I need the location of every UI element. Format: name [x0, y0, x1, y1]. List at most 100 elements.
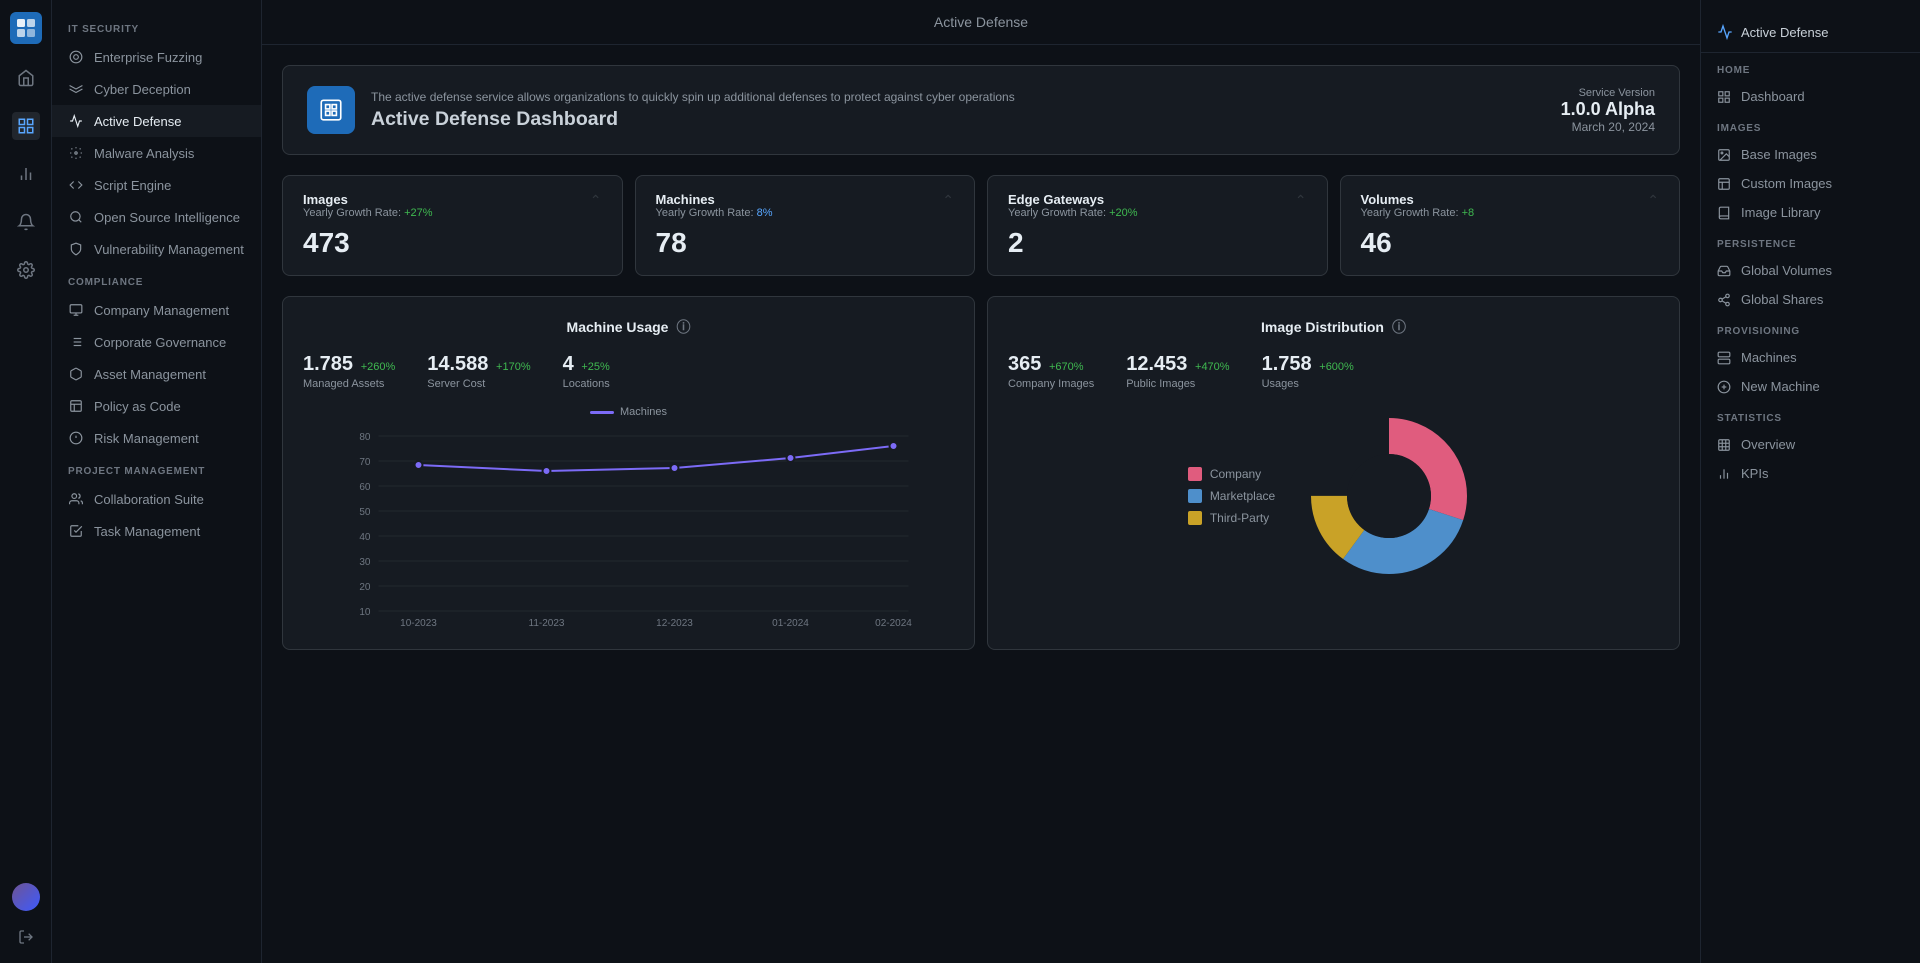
- sidebar-item-active-defense[interactable]: Active Defense: [52, 105, 261, 137]
- usages-badge: +600%: [1319, 361, 1354, 373]
- sidebar-item-script-engine[interactable]: Script Engine: [52, 169, 261, 201]
- stat-growth-machines: Yearly Growth Rate: 8%: [656, 207, 773, 219]
- company-images-stat: 365 +670% Company Images: [1008, 353, 1094, 390]
- sidebar-label-enterprise-fuzzing: Enterprise Fuzzing: [94, 50, 202, 65]
- sidebar-item-corp-governance[interactable]: Corporate Governance: [52, 326, 261, 358]
- grid-nav-icon[interactable]: [12, 112, 40, 140]
- page-title: Active Defense: [934, 14, 1028, 30]
- home-nav-icon[interactable]: [12, 64, 40, 92]
- right-item-global-volumes[interactable]: Global Volumes: [1701, 256, 1920, 285]
- stat-title-images: Images: [303, 192, 433, 207]
- sidebar-label-osi: Open Source Intelligence: [94, 210, 240, 225]
- chevron-volumes[interactable]: ⌃: [1647, 192, 1659, 209]
- compliance-label: COMPLIANCE: [52, 265, 261, 294]
- right-item-overview[interactable]: Overview: [1701, 430, 1920, 459]
- sidebar-item-task-mgmt[interactable]: Task Management: [52, 515, 261, 547]
- sidebar-item-collab-suite[interactable]: Collaboration Suite: [52, 483, 261, 515]
- locations-label: Locations: [563, 378, 610, 390]
- right-item-global-shares[interactable]: Global Shares: [1701, 285, 1920, 314]
- company-images-badge: +670%: [1049, 361, 1084, 373]
- right-item-new-machine[interactable]: New Machine: [1701, 372, 1920, 401]
- managed-assets-stat: 1.785 +260% Managed Assets: [303, 353, 395, 390]
- stat-growth-volumes: Yearly Growth Rate: +8: [1361, 207, 1475, 219]
- right-label-image-library: Image Library: [1741, 205, 1820, 220]
- machine-usage-help-icon[interactable]: ⓘ: [676, 317, 690, 337]
- public-images-label: Public Images: [1126, 378, 1229, 390]
- right-item-custom-images[interactable]: Custom Images: [1701, 169, 1920, 198]
- legend-label-company: Company: [1210, 467, 1261, 481]
- right-item-image-library[interactable]: Image Library: [1701, 198, 1920, 227]
- right-sidebar-header: Active Defense: [1701, 12, 1920, 53]
- legend-label-marketplace: Marketplace: [1210, 489, 1275, 503]
- legend-label-thirdparty: Third-Party: [1210, 511, 1269, 525]
- sidebar-item-asset-mgmt[interactable]: Asset Management: [52, 358, 261, 390]
- sidebar-item-cyber-deception[interactable]: Cyber Deception: [52, 73, 261, 105]
- managed-assets-value: 1.785: [303, 353, 353, 375]
- right-label-kpis: KPIs: [1741, 466, 1768, 481]
- stat-card-machines: Machines Yearly Growth Rate: 8% ⌃ 78: [635, 175, 976, 276]
- banner-right: Service Version 1.0.0 Alpha March 20, 20…: [1561, 87, 1655, 134]
- cyber-deception-icon: [68, 81, 84, 97]
- version-label: Service Version: [1561, 87, 1655, 99]
- sidebar-item-osi[interactable]: Open Source Intelligence: [52, 201, 261, 233]
- company-images-value: 365: [1008, 353, 1041, 375]
- svg-text:70: 70: [359, 457, 371, 468]
- asset-mgmt-icon: [68, 366, 84, 382]
- public-images-stat: 12.453 +470% Public Images: [1126, 353, 1229, 390]
- right-item-base-images[interactable]: Base Images: [1701, 140, 1920, 169]
- logout-icon[interactable]: [12, 923, 40, 951]
- sidebar-label-active-defense: Active Defense: [94, 114, 181, 129]
- chevron-machines[interactable]: ⌃: [942, 192, 954, 209]
- project-mgmt-label: PROJECT MANAGEMENT: [52, 454, 261, 483]
- main-content: Active Defense The active defense servic…: [262, 0, 1700, 963]
- stat-title-volumes: Volumes: [1361, 192, 1475, 207]
- sidebar-item-company-mgmt[interactable]: Company Management: [52, 294, 261, 326]
- stat-value-volumes: 46: [1361, 227, 1660, 259]
- server-cost-stat: 14.588 +170% Server Cost: [427, 353, 530, 390]
- version-date: March 20, 2024: [1561, 120, 1655, 134]
- svg-text:12-2023: 12-2023: [656, 618, 693, 629]
- chevron-edge[interactable]: ⌃: [1295, 192, 1307, 209]
- right-item-kpis[interactable]: KPIs: [1701, 459, 1920, 488]
- image-dist-stats: 365 +670% Company Images 12.453 +470% Pu…: [1008, 353, 1659, 390]
- sidebar-item-enterprise-fuzzing[interactable]: Enterprise Fuzzing: [52, 41, 261, 73]
- sidebar-label-policy-as-code: Policy as Code: [94, 399, 181, 414]
- banner-description: The active defense service allows organi…: [371, 90, 1015, 104]
- chevron-images[interactable]: ⌃: [590, 192, 602, 209]
- sidebar-item-policy-as-code[interactable]: Policy as Code: [52, 390, 261, 422]
- right-label-custom-images: Custom Images: [1741, 176, 1832, 191]
- right-item-machines[interactable]: Machines: [1701, 343, 1920, 372]
- script-engine-icon: [68, 177, 84, 193]
- charts-row: Machine Usage ⓘ 1.785 +260% Managed Asse…: [282, 296, 1680, 650]
- sidebar-label-collab-suite: Collaboration Suite: [94, 492, 204, 507]
- legend-item-marketplace: Marketplace: [1188, 489, 1275, 503]
- stat-value-edge: 2: [1008, 227, 1307, 259]
- sidebar-label-company-mgmt: Company Management: [94, 303, 229, 318]
- policy-as-code-icon: [68, 398, 84, 414]
- gear-nav-icon[interactable]: [12, 256, 40, 284]
- sidebar-label-script-engine: Script Engine: [94, 178, 171, 193]
- sidebar-label-corp-governance: Corporate Governance: [94, 335, 226, 350]
- legend-item-company: Company: [1188, 467, 1275, 481]
- image-dist-title: Image Distribution ⓘ: [1008, 317, 1659, 337]
- right-label-new-machine: New Machine: [1741, 379, 1820, 394]
- stat-card-images: Images Yearly Growth Rate: +27% ⌃ 473: [282, 175, 623, 276]
- chart-nav-icon[interactable]: [12, 160, 40, 188]
- image-dist-help-icon[interactable]: ⓘ: [1392, 317, 1406, 337]
- locations-badge: +25%: [581, 361, 609, 373]
- user-avatar[interactable]: [12, 883, 40, 911]
- icon-bar: [0, 0, 52, 963]
- right-statistics-label: STATISTICS: [1701, 401, 1920, 430]
- bell-nav-icon[interactable]: [12, 208, 40, 236]
- sidebar-label-malware-analysis: Malware Analysis: [94, 146, 194, 161]
- svg-text:10: 10: [359, 607, 371, 618]
- locations-stat: 4 +25% Locations: [563, 353, 610, 390]
- sidebar-label-risk-mgmt: Risk Management: [94, 431, 199, 446]
- sidebar-item-malware-analysis[interactable]: Malware Analysis: [52, 137, 261, 169]
- sidebar-item-vuln-mgmt[interactable]: Vulnerability Management: [52, 233, 261, 265]
- right-label-global-shares: Global Shares: [1741, 292, 1823, 307]
- right-item-dashboard[interactable]: Dashboard: [1701, 82, 1920, 111]
- sidebar-item-risk-mgmt[interactable]: Risk Management: [52, 422, 261, 454]
- svg-text:50: 50: [359, 507, 371, 518]
- line-chart-svg: 80 70 60 50 40 30 20 10 10-2023 11-2023 …: [303, 426, 954, 626]
